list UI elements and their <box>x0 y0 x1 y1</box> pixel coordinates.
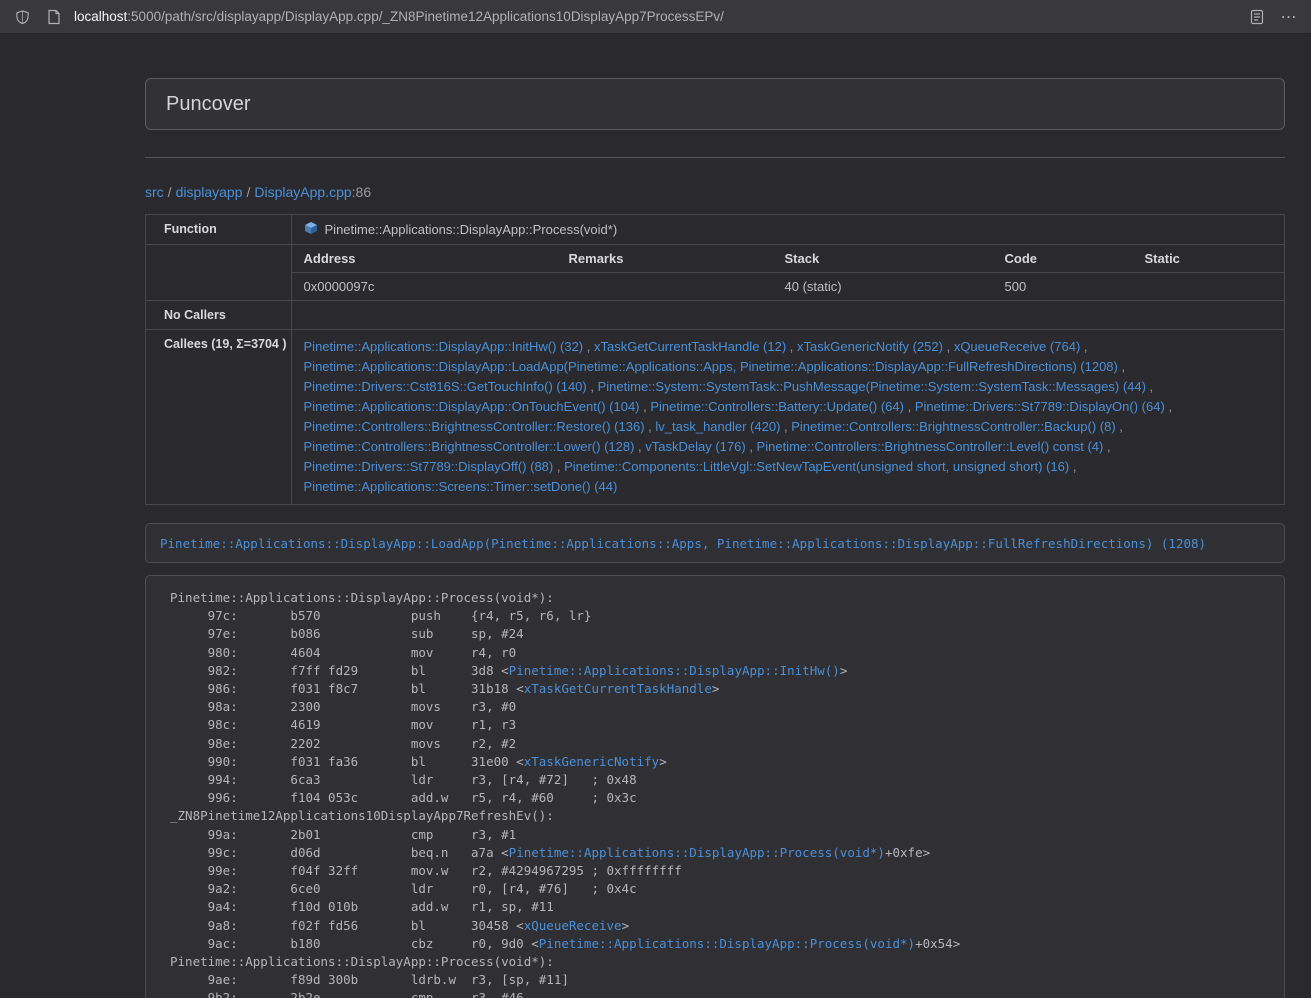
url-path: :5000/path/src/displayapp/DisplayApp.cpp… <box>127 9 724 24</box>
static-value <box>1133 273 1284 301</box>
callee-separator: , <box>553 459 564 474</box>
callee-separator: , <box>1118 359 1125 374</box>
callee-link[interactable]: Pinetime::Applications::DisplayApp::Load… <box>304 359 1118 374</box>
breadcrumb: src/displayapp/DisplayApp.cpp:86 <box>145 182 1285 202</box>
callers-row: No Callers <box>146 301 1285 330</box>
callee-link[interactable]: vTaskDelay (176) <box>645 439 745 454</box>
function-name-cell: Pinetime::Applications::DisplayApp::Proc… <box>291 215 1284 245</box>
callee-link[interactable]: Pinetime::Applications::Screens::Timer::… <box>304 479 618 494</box>
callee-link[interactable]: xTaskGenericNotify (252) <box>797 339 943 354</box>
selected-symbol-panel: Pinetime::Applications::DisplayApp::Load… <box>145 523 1285 563</box>
code-symbol-link[interactable]: Pinetime::Applications::DisplayApp::Init… <box>509 663 840 678</box>
details-cell: Address Remarks Stack Code Static 0x0000… <box>291 245 1284 301</box>
breadcrumb-link-file[interactable]: DisplayApp.cpp <box>254 184 351 200</box>
function-row: Function Pinetime::Applications::Display… <box>146 215 1285 245</box>
column-header-address: Address <box>292 245 557 273</box>
callee-link[interactable]: Pinetime::Controllers::BrightnessControl… <box>791 419 1115 434</box>
callee-separator: , <box>780 419 791 434</box>
details-value-row: 0x0000097c 40 (static) 500 <box>292 273 1284 301</box>
callee-separator: , <box>1103 439 1110 454</box>
callee-separator: , <box>583 339 594 354</box>
callee-link[interactable]: xQueueReceive (764) <box>954 339 1080 354</box>
callee-separator: , <box>645 419 656 434</box>
code-symbol-link[interactable]: Pinetime::Applications::DisplayApp::Proc… <box>539 936 915 951</box>
callee-separator: , <box>587 379 598 394</box>
callers-empty-cell <box>291 301 1284 330</box>
callee-link[interactable]: xTaskGetCurrentTaskHandle (12) <box>594 339 786 354</box>
selected-symbol-link[interactable]: Pinetime::Applications::DisplayApp::Load… <box>160 536 1206 551</box>
stack-value: 40 (static) <box>773 273 993 301</box>
function-name: Pinetime::Applications::DisplayApp::Proc… <box>325 222 618 237</box>
url-host: localhost <box>74 9 127 24</box>
details-header-row: Address Remarks Stack Code Static <box>292 245 1284 273</box>
callee-link[interactable]: Pinetime::Drivers::St7789::DisplayOn() (… <box>915 399 1165 414</box>
callee-link[interactable]: Pinetime::Controllers::BrightnessControl… <box>757 439 1104 454</box>
code-symbol-link[interactable]: xQueueReceive <box>524 918 622 933</box>
callees-cell: Pinetime::Applications::DisplayApp::Init… <box>291 330 1284 505</box>
column-header-stack: Stack <box>773 245 993 273</box>
callee-link[interactable]: Pinetime::Controllers::BrightnessControl… <box>304 419 645 434</box>
callee-separator: , <box>1080 339 1087 354</box>
callees-list: Pinetime::Applications::DisplayApp::Init… <box>292 330 1284 504</box>
callee-link[interactable]: Pinetime::Components::LittleVgl::SetNewT… <box>564 459 1069 474</box>
breadcrumb-link-displayapp[interactable]: displayapp <box>176 184 243 200</box>
page-actions-icon[interactable]: ⋯ <box>1277 5 1301 29</box>
callee-link[interactable]: Pinetime::Controllers::BrightnessControl… <box>304 439 635 454</box>
callee-separator: , <box>904 399 915 414</box>
column-header-code: Code <box>993 245 1133 273</box>
code-value: 500 <box>993 273 1133 301</box>
callee-separator: , <box>1146 379 1153 394</box>
breadcrumb-separator: / <box>168 184 172 200</box>
empty-label-cell <box>146 245 292 301</box>
callee-separator: , <box>640 399 651 414</box>
page-title: Puncover <box>166 93 251 116</box>
callee-link[interactable]: Pinetime::Applications::DisplayApp::OnTo… <box>304 399 640 414</box>
callee-separator: , <box>634 439 645 454</box>
main-content: Puncover src/displayapp/DisplayApp.cpp:8… <box>145 78 1285 998</box>
callee-link[interactable]: Pinetime::Applications::DisplayApp::Init… <box>304 339 584 354</box>
callees-label: Callees (19, Σ=3704 ) <box>146 330 292 505</box>
code-symbol-link[interactable]: Pinetime::Applications::DisplayApp::Proc… <box>509 845 885 860</box>
function-table: Function Pinetime::Applications::Display… <box>145 214 1285 505</box>
callee-separator: , <box>943 339 954 354</box>
function-label: Function <box>146 215 292 245</box>
details-subtable: Address Remarks Stack Code Static 0x0000… <box>292 245 1284 300</box>
code-symbol-link[interactable]: xTaskGenericNotify <box>524 754 659 769</box>
column-header-static: Static <box>1133 245 1284 273</box>
column-header-remarks: Remarks <box>557 245 773 273</box>
callee-separator: , <box>746 439 757 454</box>
callee-separator: , <box>786 339 797 354</box>
details-row: Address Remarks Stack Code Static 0x0000… <box>146 245 1285 301</box>
shield-icon[interactable] <box>10 5 34 29</box>
app-header: Puncover <box>145 78 1285 130</box>
callee-separator: , <box>1165 399 1172 414</box>
breadcrumb-separator: / <box>247 184 251 200</box>
code-symbol-link[interactable]: xTaskGetCurrentTaskHandle <box>524 681 712 696</box>
callee-link[interactable]: Pinetime::Controllers::Battery::Update()… <box>650 399 904 414</box>
address-value: 0x0000097c <box>292 273 557 301</box>
remarks-value <box>557 273 773 301</box>
reader-mode-icon[interactable] <box>1245 5 1269 29</box>
callee-separator: , <box>1116 419 1123 434</box>
breadcrumb-link-src[interactable]: src <box>145 184 164 200</box>
callee-link[interactable]: Pinetime::Drivers::Cst816S::GetTouchInfo… <box>304 379 587 394</box>
callee-link[interactable]: Pinetime::System::SystemTask::PushMessag… <box>598 379 1146 394</box>
breadcrumb-line-number: :86 <box>352 184 371 200</box>
function-cube-icon <box>304 221 318 238</box>
page-icon[interactable] <box>42 5 66 29</box>
disassembly: Pinetime::Applications::DisplayApp::Proc… <box>145 575 1285 998</box>
callee-link[interactable]: lv_task_handler (420) <box>655 419 780 434</box>
browser-url-bar: localhost:5000/path/src/displayapp/Displ… <box>0 0 1311 34</box>
callee-link[interactable]: Pinetime::Drivers::St7789::DisplayOff() … <box>304 459 554 474</box>
no-callers-label: No Callers <box>146 301 292 330</box>
url-text[interactable]: localhost:5000/path/src/displayapp/Displ… <box>74 9 1237 24</box>
callees-row: Callees (19, Σ=3704 ) Pinetime::Applicat… <box>146 330 1285 505</box>
callee-separator: , <box>1069 459 1076 474</box>
divider <box>145 157 1285 158</box>
